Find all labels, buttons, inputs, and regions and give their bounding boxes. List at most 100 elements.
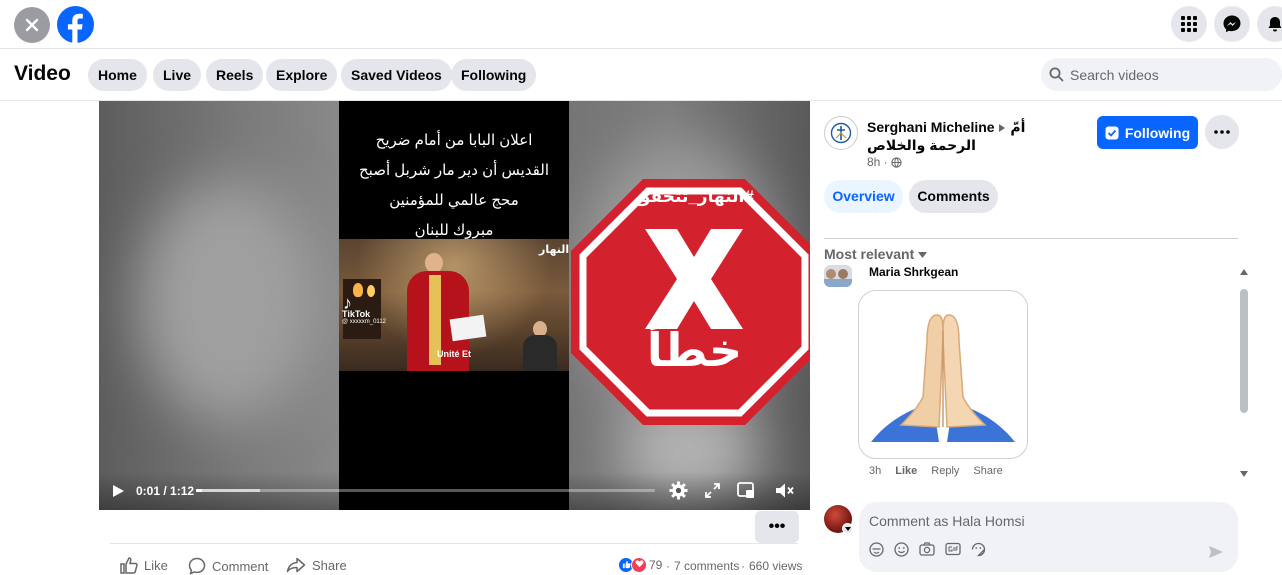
caption-line: محج عالمي للمؤمنين: [389, 192, 519, 209]
reactions-summary[interactable]: 79: [618, 557, 662, 573]
triangle-right-icon: [999, 124, 1006, 132]
fullscreen-icon[interactable]: [705, 483, 720, 498]
corner-watermark: النهار: [539, 244, 569, 256]
post-header-line: Serghani Micheline أمّ الرحمة والخلاص: [867, 118, 1052, 154]
comment-like-button[interactable]: Like: [895, 465, 917, 477]
comment-placeholder: Comment as Hala Homsi: [869, 513, 1025, 529]
action-divider: [110, 543, 798, 544]
comment-share-button[interactable]: Share: [973, 465, 1002, 477]
volume-muted-icon[interactable]: [775, 482, 795, 499]
current-user-avatar[interactable]: [824, 505, 853, 534]
like-button[interactable]: Like: [120, 557, 168, 574]
nav-live[interactable]: Live: [153, 59, 202, 91]
nav-following[interactable]: Following: [451, 59, 537, 91]
share-button[interactable]: Share: [286, 557, 347, 573]
messenger-icon: [1223, 15, 1241, 33]
tiktok-handle: @ xxxxxm_0112: [342, 319, 386, 325]
commenter-name[interactable]: Maria Shrkgean: [869, 265, 958, 279]
settings-gear-icon[interactable]: [669, 481, 688, 500]
tab-overview[interactable]: Overview: [824, 180, 903, 213]
stop-sign-icon: [571, 179, 810, 425]
notifications-button[interactable]: [1257, 6, 1282, 42]
comment-icon: [188, 557, 206, 575]
play-icon[interactable]: [111, 484, 125, 498]
stats-separator: ·: [741, 559, 745, 573]
share-label: Share: [312, 557, 347, 573]
commenter-avatar[interactable]: [824, 265, 852, 287]
post-options-button[interactable]: [1205, 115, 1239, 149]
player-controls: 0:01 / 1:12: [99, 472, 810, 510]
comment-input[interactable]: Comment as Hala Homsi: [859, 502, 1238, 572]
progress-bar[interactable]: [196, 489, 655, 492]
sort-label: Most relevant: [824, 246, 915, 262]
reaction-count: 79: [649, 558, 663, 572]
search-icon: [1049, 67, 1064, 82]
video-player[interactable]: اعلان البابا من أمام ضريح القديس أن دير …: [99, 101, 810, 510]
love-reaction-icon: [631, 557, 647, 573]
close-icon: [25, 18, 39, 32]
praying-hands-sticker: [858, 290, 1028, 459]
more-dots-icon: [1214, 130, 1230, 134]
avatar-sticker-icon[interactable]: [869, 542, 884, 557]
tiktok-clip: اعلان البابا من أمام ضريح القديس أن دير …: [339, 101, 569, 510]
caption-line: اعلان البابا من أمام ضريح: [375, 132, 533, 149]
tiktok-label: TikTok: [342, 309, 371, 319]
sticker-icon[interactable]: [971, 542, 986, 557]
chevron-down-icon: [918, 252, 928, 258]
scroll-up-arrow-icon[interactable]: [1240, 269, 1248, 275]
menu-button[interactable]: [1171, 6, 1207, 42]
facebook-f-icon: [67, 13, 83, 43]
sort-comments-dropdown[interactable]: Most relevant: [824, 246, 928, 262]
nav-saved-videos[interactable]: Saved Videos: [341, 59, 452, 91]
video-header: Video Home Live Reels Explore Saved Vide…: [0, 50, 1282, 101]
search-placeholder: Search videos: [1070, 67, 1159, 83]
stats-separator: ·: [666, 559, 670, 573]
figure-paper: [449, 314, 487, 342]
comments-count[interactable]: 7 comments: [674, 559, 739, 573]
camera-icon[interactable]: [919, 542, 935, 556]
close-button[interactable]: [14, 7, 50, 43]
following-button[interactable]: Following: [1097, 116, 1198, 149]
author-name[interactable]: Serghani Micheline: [867, 119, 995, 135]
comment-time[interactable]: 3h: [869, 465, 881, 477]
more-options-button[interactable]: •••: [755, 511, 799, 543]
globe-icon: [891, 157, 902, 168]
nav-reels[interactable]: Reels: [206, 59, 264, 91]
nav-explore[interactable]: Explore: [266, 59, 338, 91]
second-figure-body: [523, 335, 557, 371]
tabs-divider: [824, 238, 1238, 239]
post-time[interactable]: 8h ·: [867, 155, 888, 169]
scroll-down-arrow-icon[interactable]: [1240, 471, 1248, 477]
comment-reply-button[interactable]: Reply: [931, 465, 959, 477]
emoji-icon[interactable]: [894, 542, 909, 557]
picture-in-picture-icon[interactable]: [737, 482, 755, 499]
nav-home[interactable]: Home: [88, 59, 147, 91]
post-details-panel: Serghani Micheline أمّ الرحمة والخلاص 8h…: [810, 101, 1282, 573]
scrollbar-thumb[interactable]: [1240, 289, 1248, 413]
following-label: Following: [1124, 124, 1191, 141]
facebook-logo[interactable]: [57, 6, 94, 43]
messenger-button[interactable]: [1214, 6, 1250, 42]
praying-hands-icon: [871, 314, 1015, 442]
thumbs-up-icon: [120, 557, 138, 574]
progress-buffer: [196, 489, 260, 492]
progress-played: [196, 489, 202, 492]
gif-icon[interactable]: [945, 542, 961, 556]
page-avatar[interactable]: [824, 116, 858, 150]
grid-menu-icon: [1181, 16, 1197, 32]
caption-line: القديس أن دير مار شربل أصبح: [359, 162, 549, 179]
post-meta: 8h ·: [867, 155, 902, 169]
comment-label: Comment: [212, 558, 269, 574]
comment-button[interactable]: Comment: [188, 557, 268, 575]
stop-sign-hashtag: #النهار_تتحقق: [635, 187, 754, 206]
search-input[interactable]: Search videos: [1041, 58, 1282, 91]
time-readout: 0:01 / 1:12: [136, 484, 195, 498]
chevron-down-icon: [842, 523, 853, 534]
tab-comments[interactable]: Comments: [909, 180, 998, 213]
share-icon: [286, 557, 306, 573]
views-count: 660 views: [749, 559, 803, 573]
video-scene: ♪ TikTok @ xxxxxm_0112 Unité Et النهار: [339, 239, 569, 371]
comment-actions: 3h Like Reply Share: [869, 465, 1003, 477]
figure-head: [425, 253, 443, 273]
send-icon[interactable]: [1208, 545, 1224, 559]
